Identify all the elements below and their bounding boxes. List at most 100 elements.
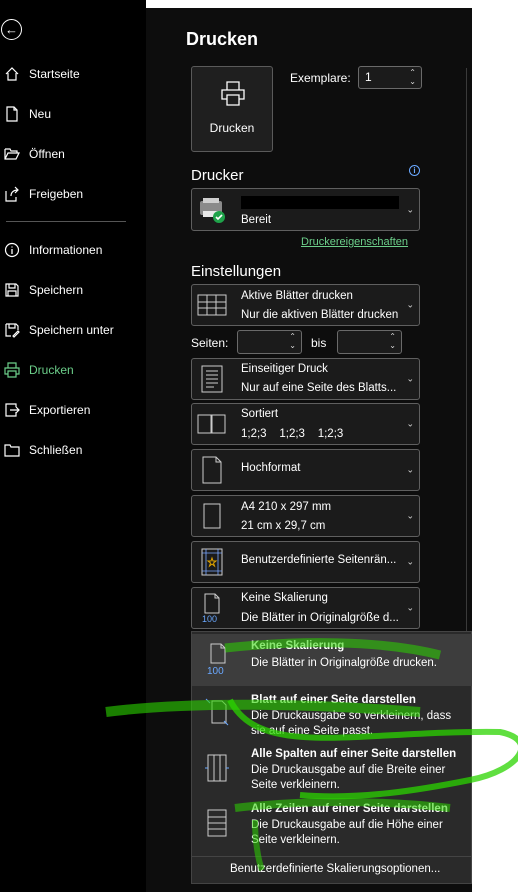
nav-item-startseite[interactable]: Startseite [0,60,146,88]
paper-size-desc: 21 cm x 29,7 cm [241,520,326,532]
nav-item-exportieren[interactable]: Exportieren [0,396,146,424]
scaling-title: Keine Skalierung [241,592,328,604]
nav-label: Speichern unter [29,323,114,337]
custom-scaling-options[interactable]: Benutzerdefinierte Skalierungsoptionen..… [230,863,440,875]
paper-size-title: A4 210 x 297 mm [241,501,332,513]
printer-device-icon [197,195,227,225]
nav-item-oeffnen[interactable]: Öffnen [0,140,146,168]
export-icon [4,402,20,418]
share-icon [4,186,20,202]
scaling-select[interactable]: 100 Keine Skalierung Die Blätter in Orig… [191,587,420,629]
sides-desc: Nur auf eine Seite des Blatts... [241,382,397,394]
printer-status: Bereit [241,214,272,226]
margins-select[interactable]: Benutzerdefinierte Seitenrän... ⌄ [191,541,420,583]
scaling-option-fit-rows[interactable]: Alle Zeilen auf einer Seite darstellen D… [192,799,472,853]
print-what-title: Aktive Blätter drucken [241,290,353,302]
copies-value: 1 [365,70,372,84]
scaling-option-fit-columns[interactable]: Alle Spalten auf einer Seite darstellen … [192,744,472,798]
chevron-down-icon: ⌄ [406,510,414,521]
nav-item-speichern-unter[interactable]: Speichern unter [0,316,146,344]
fit-sheet-icon [204,697,230,727]
nav-item-speichern[interactable]: Speichern [0,276,146,304]
no-scaling-icon: 100 [204,643,230,677]
nav-item-schliessen[interactable]: Schließen [0,436,146,464]
folder-open-icon [4,146,20,162]
svg-text:100: 100 [202,614,217,623]
single-sided-icon [197,364,227,394]
print-what-select[interactable]: Aktive Blätter drucken Nur die aktiven B… [191,284,420,326]
paper-size-icon [197,501,227,531]
pages-from-stepper[interactable]: ⌃ ⌄ [237,330,302,354]
sheet-grid-icon [197,290,227,320]
settings-section-title: Einstellungen [191,263,282,280]
svg-text:100: 100 [207,666,224,677]
paper-size-select[interactable]: A4 210 x 297 mm 21 cm x 29,7 cm ⌄ [191,495,420,537]
collated-icon [197,409,227,439]
chevron-down-icon: ⌄ [406,373,414,384]
copies-stepper[interactable]: 1 ⌃ ⌄ [358,66,422,89]
sides-select[interactable]: Einseitiger Druck Nur auf eine Seite des… [191,358,420,400]
sides-title: Einseitiger Druck [241,363,328,375]
nav-label: Startseite [29,67,80,81]
chevron-down-icon: ⌄ [406,299,414,310]
stepper-arrows-icon[interactable]: ⌃ ⌄ [289,332,296,350]
printer-properties-link[interactable]: Druckereigenschaften [301,236,408,248]
nav-label: Drucken [29,363,74,377]
page-title: Drucken [186,29,259,49]
stepper-arrows-icon[interactable]: ⌃ ⌄ [389,332,396,350]
save-as-icon [4,322,20,338]
option-desc: Die Druckausgabe auf die Höhe einer Seit… [251,819,443,846]
back-arrow-icon[interactable]: ← [1,19,22,40]
print-button-label: Drucken [209,121,255,135]
margins-title: Benutzerdefinierte Seitenrän... [241,554,397,566]
scaling-menu: 100 Keine Skalierung Die Blätter in Orig… [191,631,472,884]
chevron-down-icon: ⌄ [406,204,414,214]
option-title: Alle Zeilen auf einer Seite darstellen [251,803,448,815]
option-desc: Die Druckausgabe so verkleinern, dass si… [251,710,452,737]
nav-item-drucken[interactable]: Drucken [0,356,146,384]
nav-item-freigeben[interactable]: Freigeben [0,180,146,208]
redacted-printer-name [241,196,399,209]
orientation-select[interactable]: Hochformat ⌄ [191,449,420,491]
fit-columns-icon [204,753,230,783]
print-button[interactable]: Drucken [191,66,273,152]
print-what-desc: Nur die aktiven Blätter drucken [241,309,399,321]
option-desc: Die Druckausgabe auf die Breite einer Se… [251,764,446,791]
nav-label: Speichern [29,283,84,297]
collate-title: Sortiert [241,408,279,420]
home-icon [4,66,20,82]
option-title: Alle Spalten auf einer Seite darstellen [251,748,457,760]
close-file-icon [4,442,20,458]
nav-label: Neu [29,107,52,121]
collate-desc: 1;2;3 1;2;3 1;2;3 [241,428,344,440]
collate-select[interactable]: Sortiert 1;2;3 1;2;3 1;2;3 ⌄ [191,403,420,445]
nav-label: Informationen [29,243,103,257]
window-background [472,0,518,892]
chevron-down-icon: ⌄ [406,602,414,613]
backstage-sidebar: ← Startseite Neu Öffnen Freigeben Inform… [0,0,146,892]
nav-label: Schließen [29,443,83,457]
copies-label: Exemplare: [290,71,351,85]
menu-divider [192,856,471,857]
pages-label: Seiten: [191,336,229,350]
stepper-arrows-icon[interactable]: ⌃ ⌄ [409,68,416,86]
no-scaling-icon: 100 [197,593,227,623]
option-title: Keine Skalierung [251,640,345,652]
nav-item-informationen[interactable]: Informationen [0,236,146,264]
scaling-option-fit-sheet[interactable]: Blatt auf einer Seite darstellen Die Dru… [192,689,472,743]
portrait-page-icon [197,455,227,485]
scaling-option-none[interactable]: 100 Keine Skalierung Die Blätter in Orig… [192,634,472,686]
printer-icon [219,79,247,107]
nav-label: Freigeben [29,187,84,201]
printer-section-title: Drucker [191,167,244,184]
nav-item-neu[interactable]: Neu [0,100,146,128]
save-icon [4,282,20,298]
printer-select[interactable]: Bereit ⌄ [191,188,420,231]
pages-to-stepper[interactable]: ⌃ ⌄ [337,330,402,354]
info-icon[interactable]: i [409,165,420,176]
chevron-down-icon: ⌄ [406,556,414,567]
option-title: Blatt auf einer Seite darstellen [251,694,416,706]
scaling-desc: Die Blätter in Originalgröße d... [241,612,399,624]
nav-label: Öffnen [29,147,65,161]
nav-label: Exportieren [29,403,91,417]
